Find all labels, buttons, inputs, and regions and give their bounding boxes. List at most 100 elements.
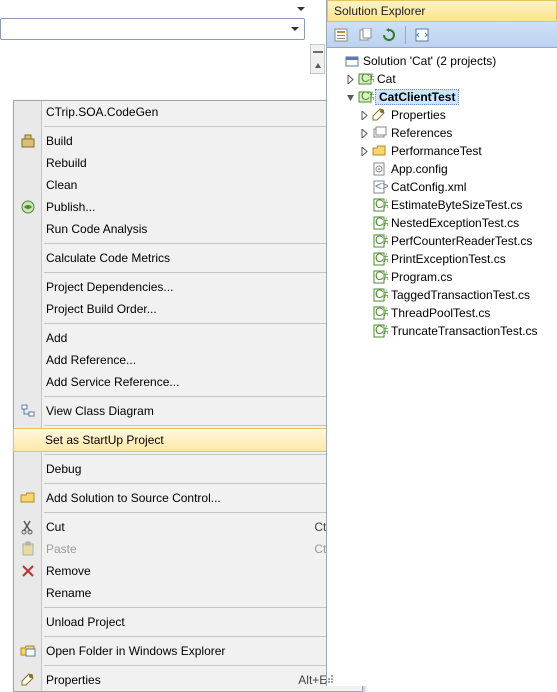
tree-node-label: PerformanceTest: [389, 144, 484, 158]
tree-node-catclienttest[interactable]: C#CatClientTest: [329, 88, 555, 106]
menu-item-label: Rebuild: [46, 156, 87, 170]
menu-item-run-code-analysis[interactable]: Run Code Analysis: [14, 218, 362, 240]
tree-node-label: ThreadPoolTest.cs: [389, 306, 492, 320]
svg-text:C#: C#: [375, 324, 388, 337]
scroll-up-icon: [311, 59, 324, 73]
menu-item-label: Clean: [46, 178, 77, 192]
svg-text:<>: <>: [375, 180, 388, 193]
cut-icon: [18, 517, 38, 537]
properties-icon[interactable]: [331, 25, 351, 45]
tree-expander[interactable]: [357, 111, 371, 120]
tree-node-app-config[interactable]: App.config: [329, 160, 555, 178]
menu-item-publish[interactable]: Publish...: [14, 196, 362, 218]
menu-item-paste: PasteCtrl+V: [14, 538, 362, 560]
solution-tree: Solution 'Cat' (2 projects) C#CatC#CatCl…: [327, 48, 557, 344]
toolbar-separator: [405, 26, 406, 44]
menu-item-rename[interactable]: Rename: [14, 582, 362, 604]
tree-node-nestedexceptiontest-cs[interactable]: C#NestedExceptionTest.cs: [329, 214, 555, 232]
tree-node-perfcounterreadertest-cs[interactable]: C#PerfCounterReaderTest.cs: [329, 232, 555, 250]
menu-item-build[interactable]: Build: [14, 130, 362, 152]
menu-separator: [44, 396, 360, 397]
svg-text:C#: C#: [361, 90, 374, 103]
menu-item-label: Add Solution to Source Control...: [46, 491, 221, 505]
menu-item-label: View Class Diagram: [46, 404, 154, 418]
solution-root-node[interactable]: Solution 'Cat' (2 projects): [329, 52, 555, 70]
tree-node-performancetest[interactable]: PerformanceTest: [329, 142, 555, 160]
tree-node-threadpooltest-cs[interactable]: C#ThreadPoolTest.cs: [329, 304, 555, 322]
tree-node-printexceptiontest-cs[interactable]: C#PrintExceptionTest.cs: [329, 250, 555, 268]
menu-item-label: Properties: [46, 673, 101, 687]
menu-item-label: Unload Project: [46, 615, 125, 629]
tree-expander[interactable]: [357, 129, 371, 138]
references-icon: [371, 126, 389, 140]
xml-icon: <>: [371, 180, 389, 194]
tree-expander[interactable]: [343, 93, 357, 102]
svg-text:C#: C#: [375, 270, 388, 283]
menu-item-label: Cut: [46, 520, 65, 534]
refresh-icon[interactable]: [379, 25, 399, 45]
menu-item-project-dependencies[interactable]: Project Dependencies...: [14, 276, 362, 298]
menu-item-project-build-order[interactable]: Project Build Order...: [14, 298, 362, 320]
svg-text:C#: C#: [375, 216, 388, 229]
show-all-files-icon[interactable]: [355, 25, 375, 45]
menu-separator: [44, 272, 360, 273]
tree-node-properties[interactable]: Properties: [329, 106, 555, 124]
tree-node-label: References: [389, 126, 454, 140]
tree-node-cat[interactable]: C#Cat: [329, 70, 555, 88]
remove-icon: [18, 561, 38, 581]
menu-item-label: Publish...: [46, 200, 95, 214]
menu-item-label: Add Reference...: [46, 353, 136, 367]
menu-item-rebuild[interactable]: Rebuild: [14, 152, 362, 174]
chevron-down-icon: [288, 21, 302, 37]
menu-item-cut[interactable]: CutCtrl+X: [14, 516, 362, 538]
menu-separator: [44, 636, 360, 637]
tree-node-catconfig-xml[interactable]: <>CatConfig.xml: [329, 178, 555, 196]
svg-text:C#: C#: [375, 306, 388, 319]
diagram-icon: [18, 401, 38, 421]
menu-item-label: Paste: [46, 542, 77, 556]
menu-item-add-solution-to-source-control[interactable]: Add Solution to Source Control...: [14, 487, 362, 509]
vertical-scrollbar[interactable]: [310, 44, 325, 74]
explorer-icon: [18, 641, 38, 661]
solution-explorer-toolbar: [327, 22, 557, 48]
tree-expander[interactable]: [343, 75, 357, 84]
cs-icon: C#: [371, 324, 389, 338]
menu-item-clean[interactable]: Clean: [14, 174, 362, 196]
editor-nav-dropdown[interactable]: [0, 18, 305, 40]
cs-icon: C#: [371, 306, 389, 320]
menu-item-label: Set as StartUp Project: [45, 433, 164, 447]
tree-node-estimatebytesizetest-cs[interactable]: C#EstimateByteSizeTest.cs: [329, 196, 555, 214]
menu-item-ctrip-soa-codegen[interactable]: CTrip.SOA.CodeGen: [14, 101, 362, 123]
code-view-icon[interactable]: [412, 25, 432, 45]
tree-node-truncatetransactiontest-cs[interactable]: C#TruncateTransactionTest.cs: [329, 322, 555, 340]
tree-node-references[interactable]: References: [329, 124, 555, 142]
menu-item-unload-project[interactable]: Unload Project: [14, 611, 362, 633]
tab-overflow-button[interactable]: [296, 4, 310, 16]
config-icon: [371, 162, 389, 176]
tree-node-program-cs[interactable]: C#Program.cs: [329, 268, 555, 286]
menu-item-calculate-code-metrics[interactable]: Calculate Code Metrics: [14, 247, 362, 269]
menu-item-set-as-startup-project[interactable]: Set as StartUp Project: [13, 428, 363, 452]
menu-separator: [44, 425, 360, 426]
tree-node-taggedtransactiontest-cs[interactable]: C#TaggedTransactionTest.cs: [329, 286, 555, 304]
menu-item-properties[interactable]: PropertiesAlt+Enter: [14, 669, 362, 691]
resize-grip-icon[interactable]: [324, 674, 334, 684]
csproj-icon: C#: [357, 90, 375, 104]
menu-item-view-class-diagram[interactable]: View Class Diagram: [14, 400, 362, 422]
menu-item-add-service-reference[interactable]: Add Service Reference...: [14, 371, 362, 393]
tree-expander[interactable]: [357, 147, 371, 156]
publish-icon: [18, 197, 38, 217]
menu-item-add-reference[interactable]: Add Reference...: [14, 349, 362, 371]
menu-item-remove[interactable]: RemoveDel: [14, 560, 362, 582]
tree-node-label: Properties: [389, 108, 448, 122]
cs-icon: C#: [371, 234, 389, 248]
menu-item-label: Calculate Code Metrics: [46, 251, 170, 265]
menu-item-open-folder-in-windows-explorer[interactable]: Open Folder in Windows Explorer: [14, 640, 362, 662]
menu-separator: [44, 665, 360, 666]
menu-item-label: Project Dependencies...: [46, 280, 173, 294]
solution-explorer-title[interactable]: Solution Explorer: [327, 0, 557, 22]
svg-text:C#: C#: [375, 252, 388, 265]
menu-item-add[interactable]: Add: [14, 327, 362, 349]
menu-item-label: Rename: [46, 586, 91, 600]
menu-item-debug[interactable]: Debug: [14, 458, 362, 480]
